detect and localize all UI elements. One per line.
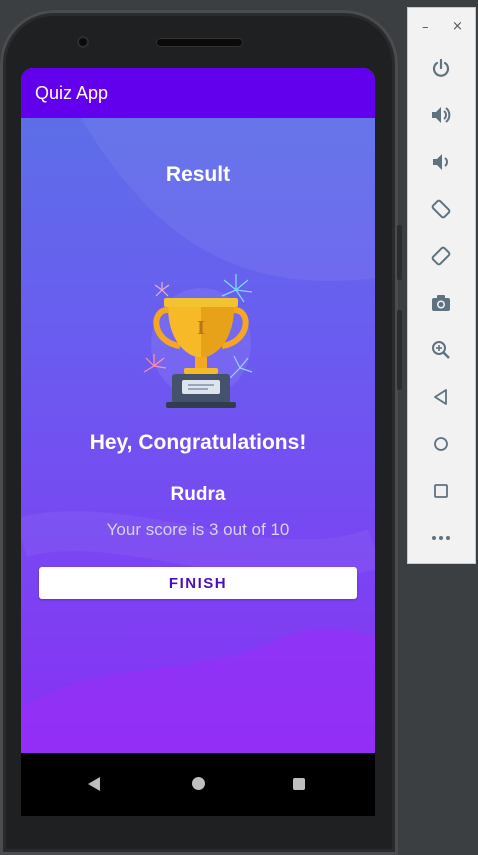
overview-icon[interactable] [425, 475, 457, 507]
volume-down-icon[interactable] [425, 146, 457, 178]
app-title: Quiz App [35, 82, 109, 103]
congratulations-text: Hey, Congratulations! [89, 431, 307, 454]
rotate-right-icon[interactable] [425, 240, 457, 272]
svg-text:I: I [197, 317, 205, 339]
trophy-icon: I [143, 274, 253, 408]
phone-power-key [397, 225, 402, 280]
front-camera [77, 36, 89, 48]
zoom-icon[interactable] [425, 334, 457, 366]
back-icon[interactable] [425, 381, 457, 413]
result-content: Result I Hey, Congratulations! Rudra You… [21, 118, 375, 753]
home-icon[interactable] [192, 777, 205, 790]
camera-icon[interactable] [425, 287, 457, 319]
finish-button[interactable]: FINISH [39, 567, 357, 599]
player-name: Rudra [170, 484, 226, 505]
power-icon[interactable] [425, 52, 457, 84]
recents-icon[interactable] [293, 778, 305, 790]
emulator-toolbar: – × [407, 7, 476, 564]
app-screen: Quiz App Result I Hey, Congratulations! … [21, 68, 375, 753]
phone-volume-key [397, 310, 402, 390]
earpiece-speaker [156, 38, 243, 47]
app-bar: Quiz App [21, 68, 375, 118]
more-icon[interactable] [425, 522, 457, 554]
result-heading: Result [165, 163, 231, 186]
system-nav-bar [21, 753, 375, 816]
volume-up-icon[interactable] [425, 99, 457, 131]
score-text: Your score is 3 out of 10 [106, 520, 290, 539]
close-icon[interactable]: × [452, 19, 463, 34]
back-icon[interactable] [88, 777, 101, 791]
home-icon[interactable] [425, 428, 457, 460]
minimize-icon[interactable]: – [422, 20, 429, 35]
rotate-left-icon[interactable] [425, 193, 457, 225]
